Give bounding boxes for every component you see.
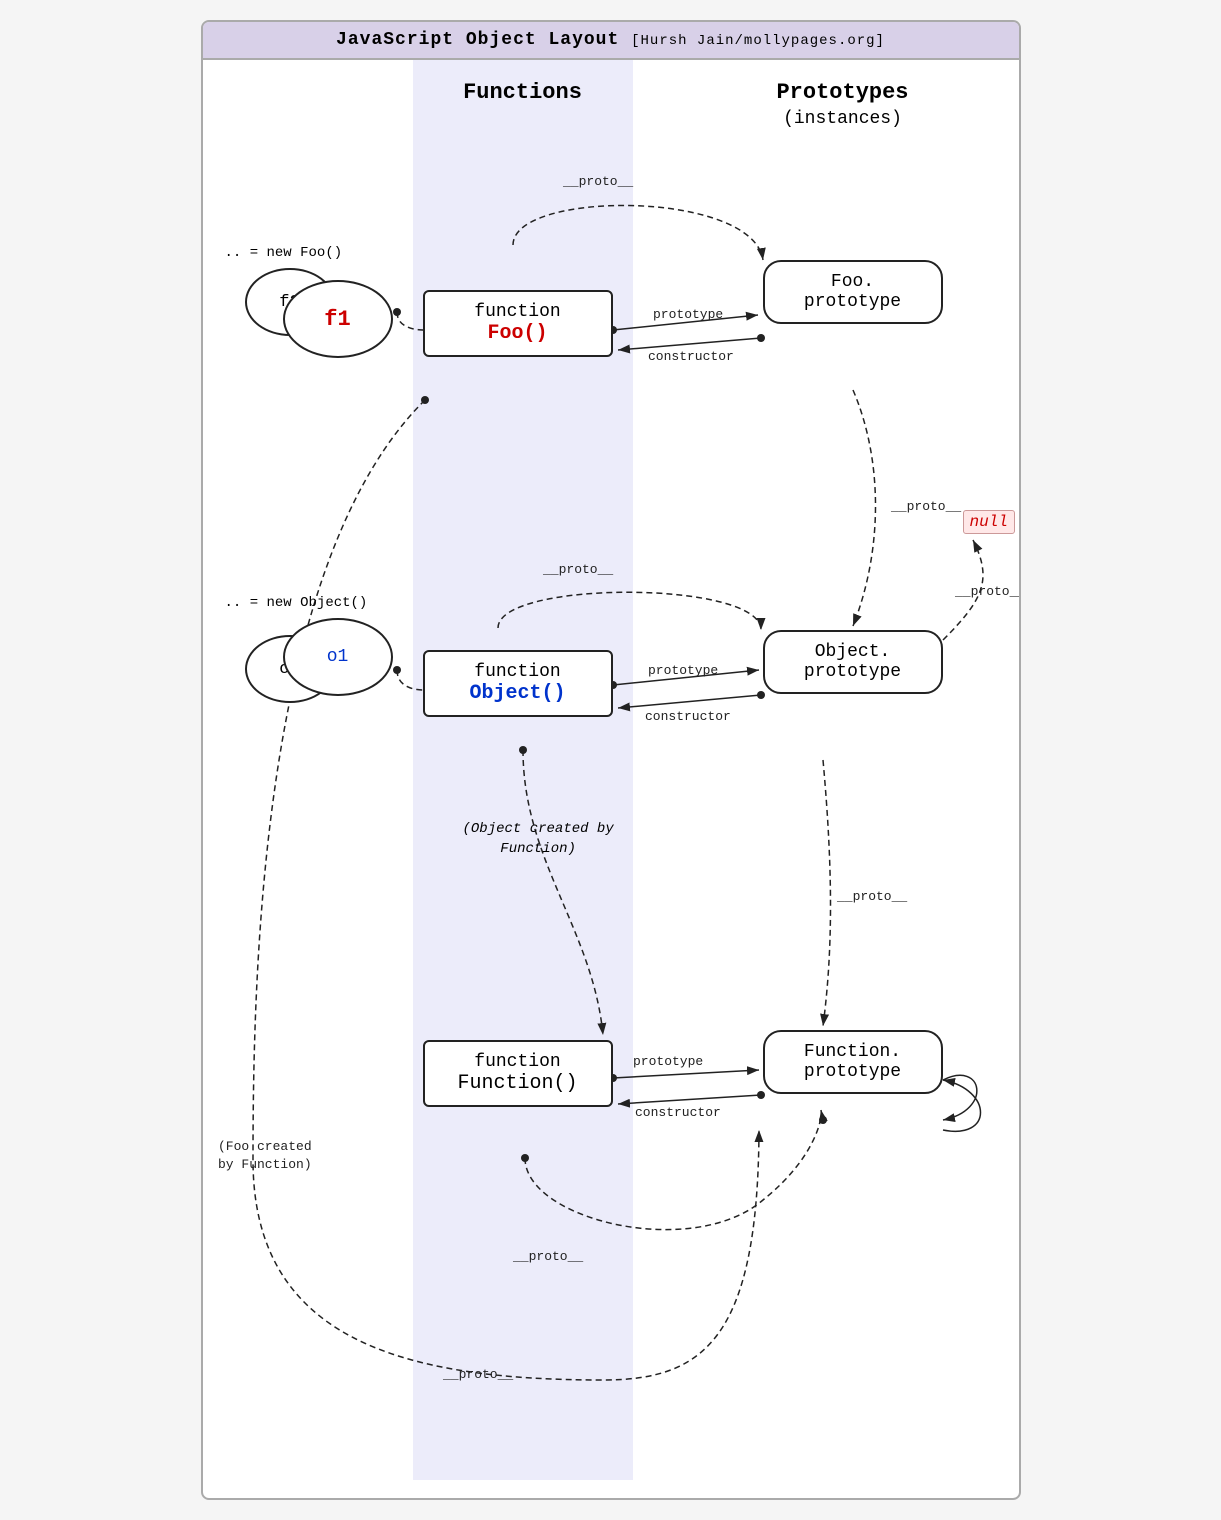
svg-text:constructor: constructor <box>648 349 734 364</box>
svg-text:(Foo created: (Foo created <box>218 1139 312 1154</box>
function-prototype-box: Function. prototype <box>763 1030 943 1094</box>
f1-oval: f1 <box>283 280 393 358</box>
title-text: JavaScript Object Layout <box>336 30 619 50</box>
foo-instances-label: .. = new Foo() <box>225 245 343 261</box>
function-function-box: function Function() <box>423 1040 613 1107</box>
svg-text:prototype: prototype <box>648 663 718 678</box>
diagram-container: JavaScript Object Layout [Hursh Jain/mol… <box>201 20 1021 1500</box>
svg-text:constructor: constructor <box>645 709 731 724</box>
object-created-annotation: (Object created byFunction) <box>463 820 614 859</box>
diagram-body: Functions Prototypes (instances) prototy… <box>203 60 1019 1480</box>
svg-text:__proto__: __proto__ <box>890 499 961 514</box>
svg-text:constructor: constructor <box>635 1105 721 1120</box>
prototypes-header: Prototypes (instances) <box>733 80 953 130</box>
svg-text:prototype: prototype <box>633 1054 703 1069</box>
functions-header: Functions <box>413 80 633 105</box>
title-bar: JavaScript Object Layout [Hursh Jain/mol… <box>203 22 1019 60</box>
svg-text:by Function): by Function) <box>218 1157 312 1172</box>
foo-prototype-box: Foo. prototype <box>763 260 943 324</box>
function-object-box: function Object() <box>423 650 613 717</box>
svg-text:__proto__: __proto__ <box>954 584 1019 599</box>
object-instances-label: .. = new Object() <box>225 595 368 611</box>
object-prototype-box: Object. prototype <box>763 630 943 694</box>
function-foo-box: function Foo() <box>423 290 613 357</box>
null-label: null <box>963 510 1015 534</box>
functions-column-bg <box>413 60 633 1480</box>
svg-text:prototype: prototype <box>653 307 723 322</box>
o1-oval: o1 <box>283 618 393 696</box>
svg-text:__proto__: __proto__ <box>836 889 907 904</box>
attribution-text: [Hursh Jain/mollypages.org] <box>631 33 885 49</box>
